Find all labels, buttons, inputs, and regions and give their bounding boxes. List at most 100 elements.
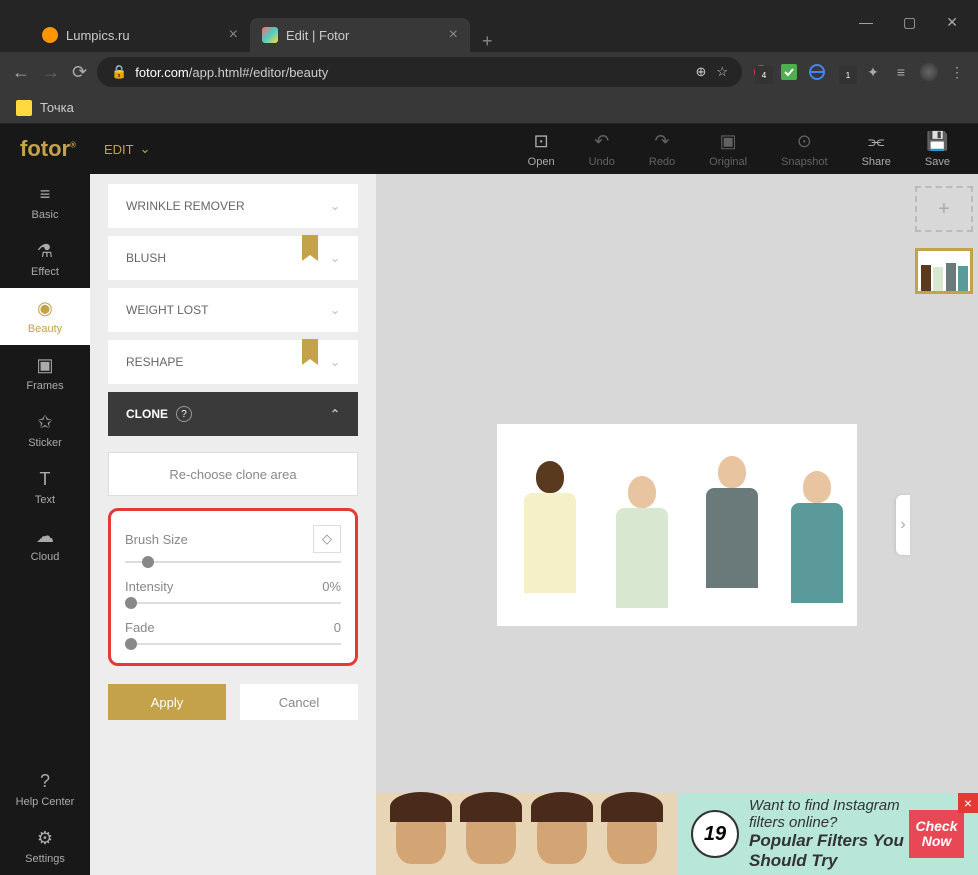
sidebar-item-settings[interactable]: ⚙Settings [0,818,90,875]
translate-icon[interactable]: ⊕ [695,64,706,80]
sidebar: ≡Basic ⚗Effect ◉Beauty ▣Frames ✩Sticker … [0,174,90,875]
canvas-image [497,424,857,626]
ad-subhead: Popular Filters You Should Try [749,831,909,871]
text-icon: T [40,469,51,490]
sidebar-item-beauty[interactable]: ◉Beauty [0,288,90,345]
ad-image [537,804,587,864]
share-button[interactable]: ⫘Share [854,131,899,168]
tool-wrinkle-remover[interactable]: WRINKLE REMOVER⌄ [108,184,358,228]
fade-value: 0 [334,620,341,635]
maximize-button[interactable]: ▢ [903,14,916,31]
help-icon: ? [40,771,50,792]
fade-slider[interactable] [125,643,341,645]
intensity-slider[interactable] [125,602,341,604]
sidebar-item-help[interactable]: ?Help Center [0,761,90,818]
extensions-icon[interactable]: ✦ [864,63,882,81]
ad-image [396,804,446,864]
fotor-logo[interactable]: fotor® [20,136,76,162]
image-thumbnail[interactable] [915,248,973,294]
tab-favicon [42,27,58,43]
open-button[interactable]: ⊡Open [520,131,563,168]
sidebar-item-basic[interactable]: ≡Basic [0,174,90,231]
extension-icon-1[interactable]: 4 [752,63,770,81]
tools-panel: WRINKLE REMOVER⌄ BLUSH⌄ WEIGHT LOST⌄ RES… [90,174,376,875]
premium-ribbon-icon [302,339,318,359]
ad-number: 19 [691,810,739,858]
close-button[interactable]: ✕ [946,14,958,31]
minimize-button[interactable]: — [859,14,873,31]
extension-icon-2[interactable] [780,63,798,81]
undo-icon: ↶ [594,131,609,152]
redo-button[interactable]: ↷Redo [641,131,683,168]
eye-icon: ◉ [37,298,53,319]
canvas-area[interactable]: + › 852px × 480px — 42% + | Compare 🗑 [376,174,978,875]
apply-button[interactable]: Apply [108,684,226,720]
browser-tabs: Lumpics.ru × Edit | Fotor × + [0,12,978,52]
expand-handle[interactable]: › [896,495,910,555]
menu-icon[interactable]: ⋮ [948,63,966,81]
back-button[interactable]: ← [12,62,30,83]
star-icon: ✩ [37,412,52,433]
add-image-button[interactable]: + [915,186,973,232]
save-icon: 💾 [926,131,948,152]
chevron-down-icon: ⌄ [330,199,340,213]
reading-list-icon[interactable]: ≡ [892,63,910,81]
rechoose-button[interactable]: Re-choose clone area [108,452,358,496]
camera-icon: ⊙ [797,131,812,152]
tool-blush[interactable]: BLUSH⌄ [108,236,358,280]
undo-button[interactable]: ↶Undo [581,131,623,168]
clone-settings: Brush Size ◇ Intensity 0% Fade 0 [108,508,358,666]
sliders-icon: ≡ [40,184,51,205]
bookmark-folder-icon [16,100,32,116]
address-bar: ← → ⟳ 🔒 fotor.com/app.html#/editor/beaut… [0,52,978,92]
app-header: fotor® EDIT ⌄ ⊡Open ↶Undo ↷Redo ▣Origina… [0,124,978,174]
original-button[interactable]: ▣Original [701,131,755,168]
tab-favicon [262,27,278,43]
ad-headline: Want to find Instagram filters online? [749,797,909,831]
share-icon: ⫘ [868,131,884,152]
url-input[interactable]: 🔒 fotor.com/app.html#/editor/beauty ⊕ ☆ [97,57,742,87]
snapshot-button[interactable]: ⊙Snapshot [773,131,835,168]
bookmarks-bar: Точка [0,92,978,124]
cancel-button[interactable]: Cancel [240,684,358,720]
save-button[interactable]: 💾Save [917,131,958,168]
chevron-down-icon: ⌄ [330,303,340,317]
brush-size-slider[interactable] [125,561,341,563]
ad-close-button[interactable]: × [958,793,978,813]
intensity-label: Intensity [125,579,173,594]
reload-button[interactable]: ⟳ [72,62,87,83]
star-icon[interactable]: ☆ [716,64,728,80]
chevron-down-icon: ⌄ [330,251,340,265]
close-icon[interactable]: × [449,26,458,44]
help-icon[interactable]: ? [176,406,192,422]
tab-fotor[interactable]: Edit | Fotor × [250,18,470,52]
close-icon[interactable]: × [229,26,238,44]
tool-weight-lost[interactable]: WEIGHT LOST⌄ [108,288,358,332]
fade-label: Fade [125,620,155,635]
brush-size-label: Brush Size [125,532,188,547]
forward-button[interactable]: → [42,62,60,83]
sidebar-item-frames[interactable]: ▣Frames [0,345,90,402]
intensity-value: 0% [322,579,341,594]
extension-icon-4[interactable]: 1 [836,63,854,81]
bookmark-item[interactable]: Точка [40,100,74,115]
tool-clone[interactable]: CLONE?⌃ [108,392,358,436]
edit-menu[interactable]: EDIT ⌄ [104,141,151,157]
profile-avatar[interactable] [920,63,938,81]
chevron-up-icon: ⌃ [330,407,340,421]
sidebar-item-effect[interactable]: ⚗Effect [0,231,90,288]
tool-reshape[interactable]: RESHAPE⌄ [108,340,358,384]
tab-lumpics[interactable]: Lumpics.ru × [30,18,250,52]
chevron-down-icon: ⌄ [140,141,151,157]
ad-cta-button[interactable]: CheckNow [909,810,964,858]
sidebar-item-cloud[interactable]: ☁Cloud [0,516,90,573]
new-tab-button[interactable]: + [470,31,505,52]
ad-banner[interactable]: × 19 Want to find Instagram filters onli… [376,793,978,875]
sidebar-item-sticker[interactable]: ✩Sticker [0,402,90,459]
eraser-button[interactable]: ◇ [313,525,341,553]
chevron-down-icon: ⌄ [330,355,340,369]
window-controls: — ▢ ✕ [859,14,958,31]
extension-icon-3[interactable] [808,63,826,81]
ad-image [607,804,657,864]
sidebar-item-text[interactable]: TText [0,459,90,516]
